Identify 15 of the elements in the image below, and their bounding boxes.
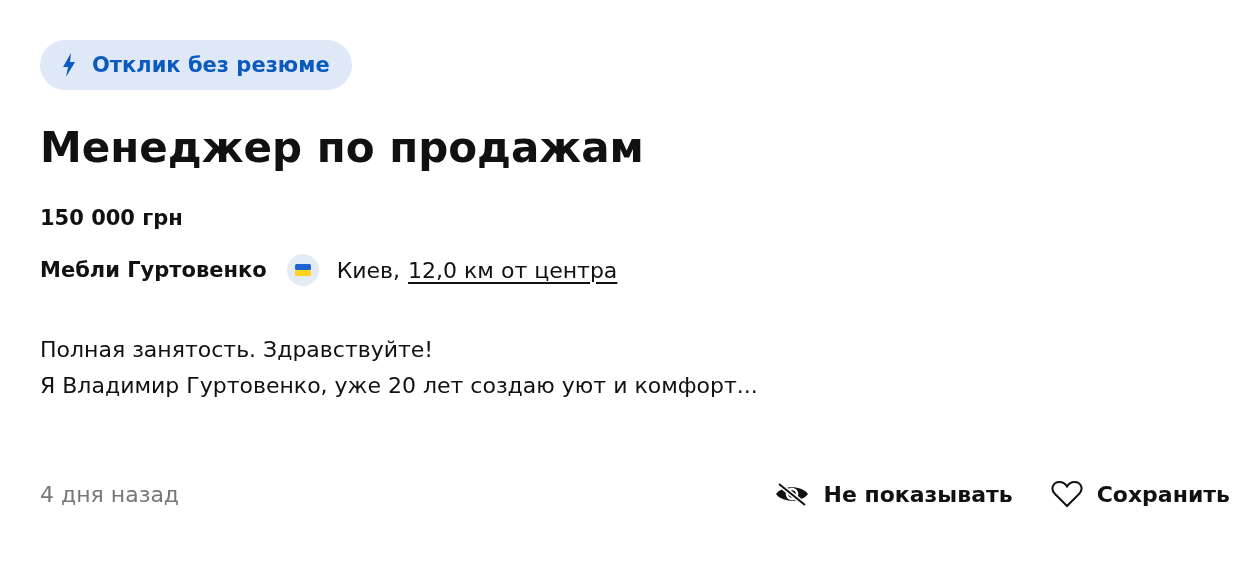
description-line: Я Владимир Гуртовенко, уже 20 лет создаю уют и комфорт... [40, 372, 759, 400]
crossed-eye-icon [775, 482, 810, 506]
distance-link[interactable]: 12,0 км от центра [408, 257, 618, 283]
description-line: Полная занятость. Здравствуйте! [40, 336, 435, 364]
ukraine-flag-icon [286, 254, 319, 286]
posted-date: 4 дня назад [40, 481, 180, 507]
lightning-icon [62, 53, 76, 77]
salary: 150 000 грн [40, 206, 184, 230]
company-name: Мебли Гуртовенко [40, 258, 267, 282]
hide-button[interactable]: Не показывать [775, 480, 1013, 508]
badge-label: Отклик без резюме [92, 53, 330, 77]
city: Киев, [336, 257, 401, 283]
heart-icon [1050, 480, 1083, 508]
save-button[interactable]: Сохранить [1050, 480, 1230, 508]
job-title[interactable]: Менеджер по продажам [40, 118, 1230, 178]
